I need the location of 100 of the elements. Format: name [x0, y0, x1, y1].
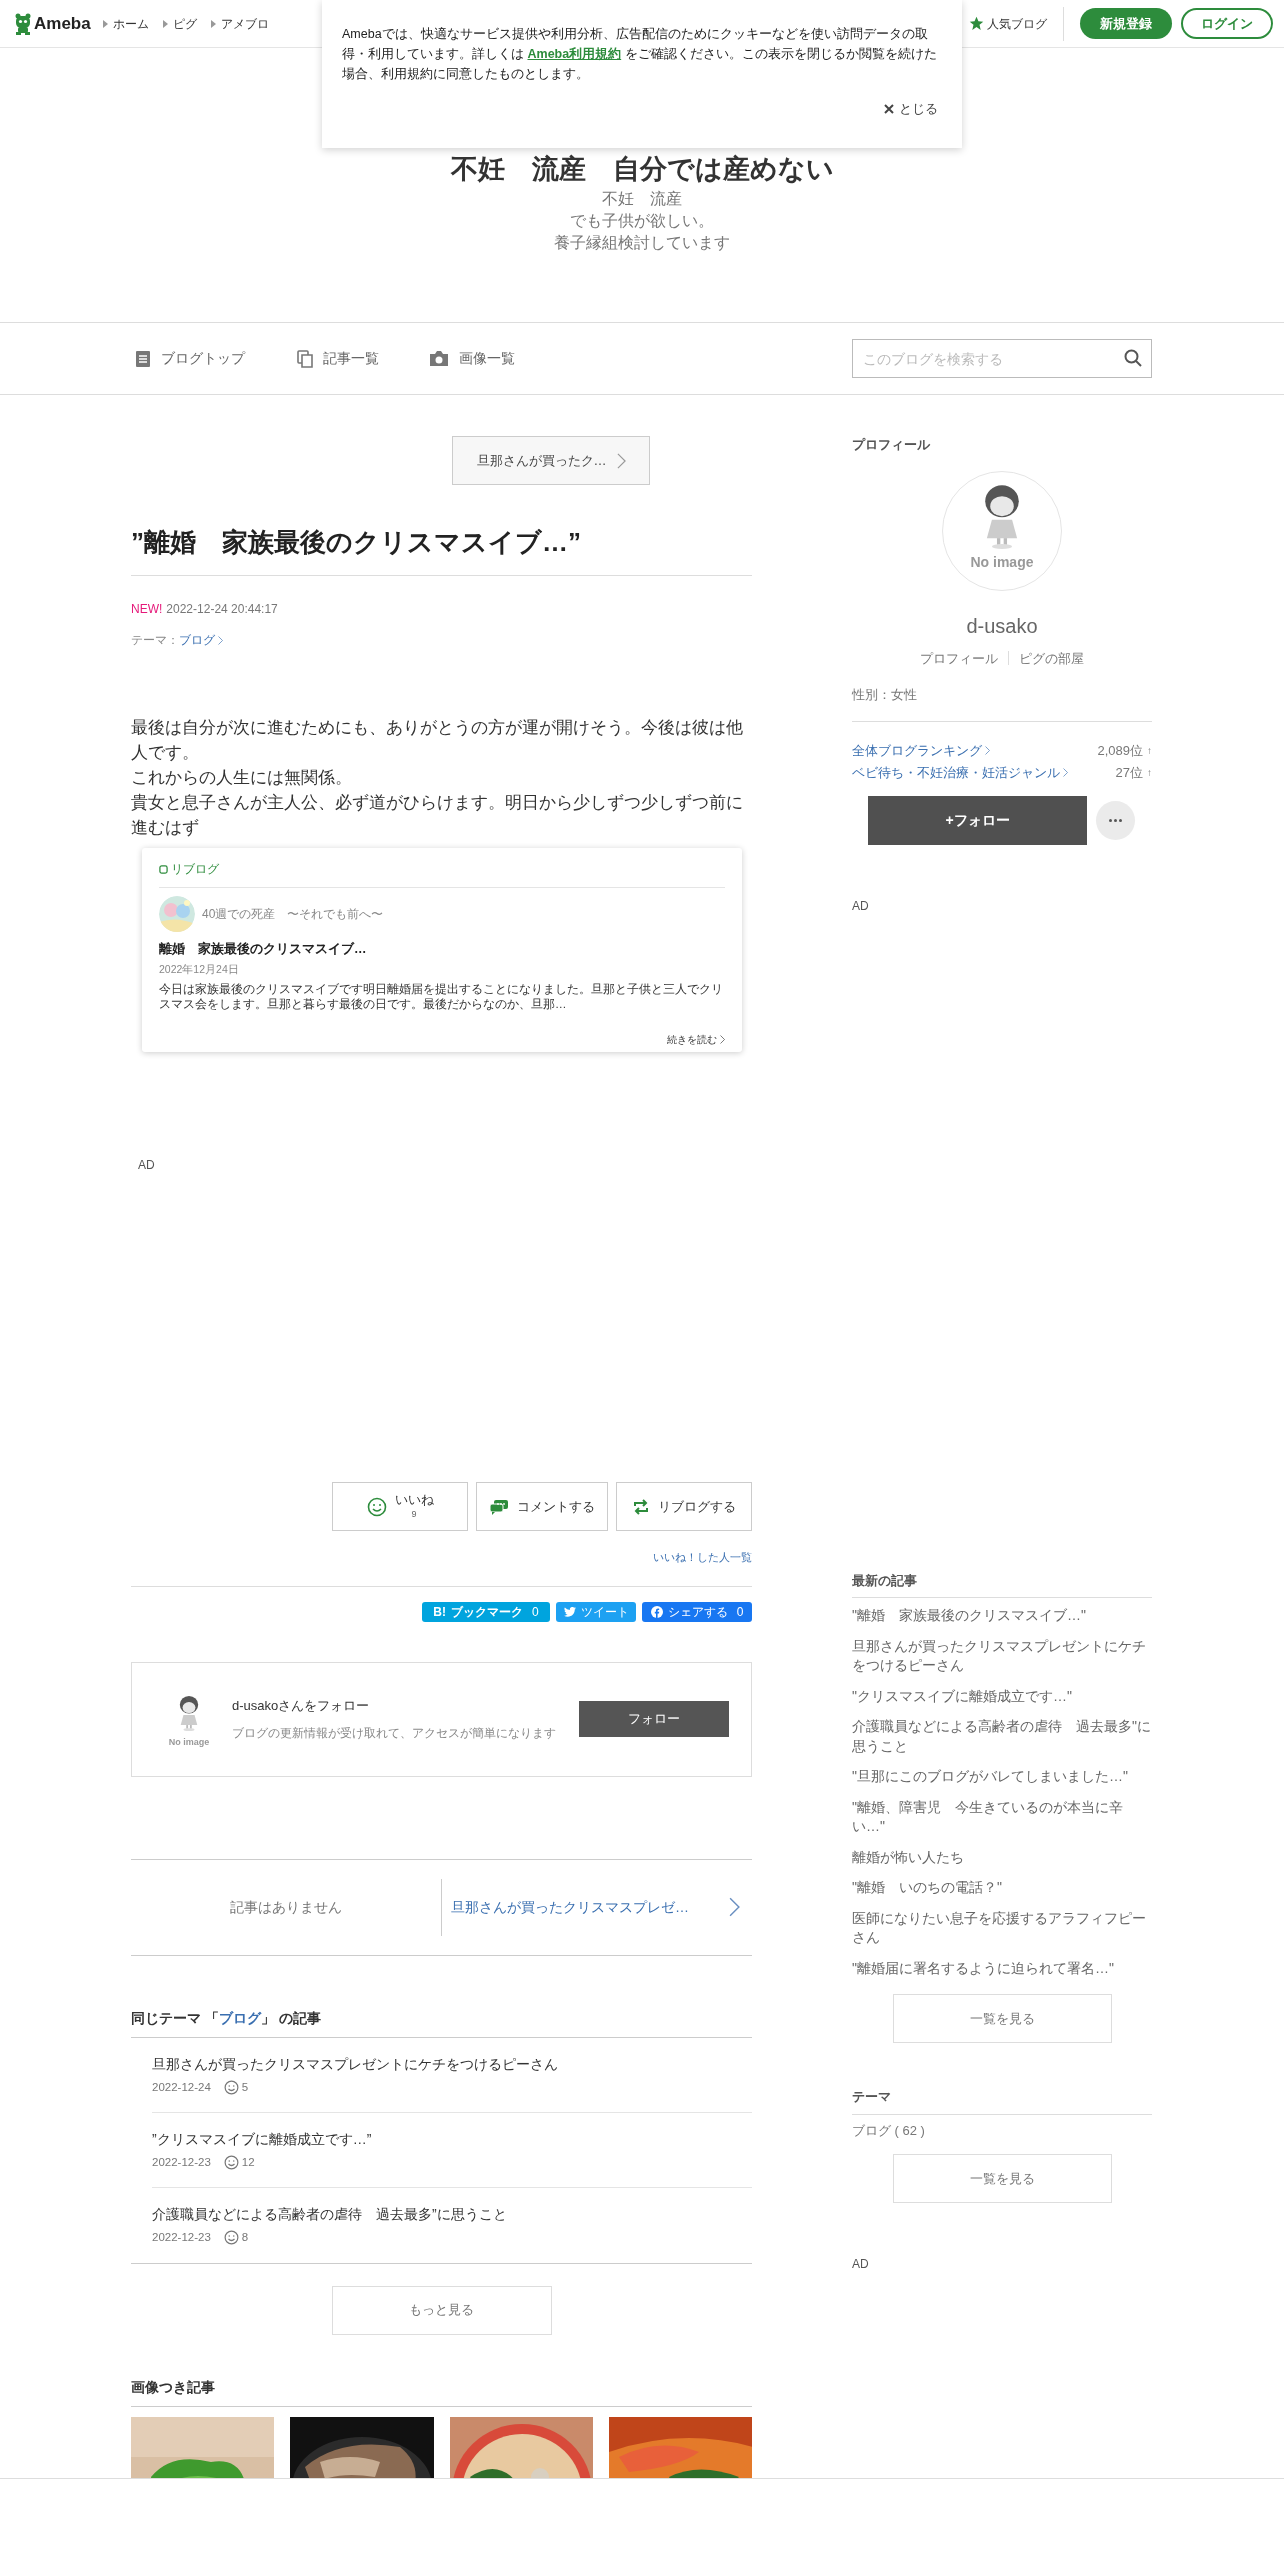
chevron-right-icon: [218, 635, 223, 645]
facebook-icon: [650, 1605, 663, 1618]
comment-button[interactable]: コメントする: [476, 1482, 608, 1531]
article-date: 2022-12-23: [152, 2229, 211, 2245]
blog-search-field[interactable]: このブログを検索する: [852, 339, 1152, 378]
article-link[interactable]: 旦那さんが買ったクリスマスプレゼントにケチをつけるピーさん: [152, 2053, 752, 2075]
ranking-position: 2,089位: [1097, 741, 1143, 760]
document-icon: [135, 349, 151, 368]
follow-title: d-usakoさんをフォロー: [232, 1697, 371, 1716]
ranking-link[interactable]: 全体ブログランキング: [852, 739, 990, 762]
close-icon: [884, 104, 894, 115]
blog-title[interactable]: 不妊 流産 自分では産めない: [450, 152, 834, 186]
article-link[interactable]: ”クリスマスイブに離婚成立です…”: [152, 2128, 752, 2150]
signup-button[interactable]: 新規登録: [1080, 8, 1172, 39]
popular-blogs-link[interactable]: 人気ブログ: [969, 6, 1064, 41]
next-article-link[interactable]: 旦那さんが買ったクリスマスプレゼ…: [442, 1896, 752, 1918]
article-date: 2022-12-23: [152, 2154, 211, 2170]
bird-icon: [563, 1606, 576, 1617]
blog-nav-link[interactable]: 画像一覧: [429, 348, 515, 369]
more-icon: [1109, 818, 1122, 822]
likers-link[interactable]: いいね！した人一覧: [653, 1549, 752, 1566]
refresh-arrows-icon: [632, 1498, 650, 1515]
caret-right-icon: [162, 19, 168, 28]
themes-heading: テーマ: [852, 2087, 1152, 2115]
image-articles-heading: 画像つき記事: [131, 2376, 752, 2407]
theme-label: テーマ：: [131, 632, 179, 649]
terms-link[interactable]: Ameba利用規約: [527, 47, 622, 61]
article-paragraph: 最後は自分が次に進むためにも、ありがとうの方が運が開けそう。今後は彼は他人です。: [131, 717, 744, 764]
latest-article-link[interactable]: "離婚届に署名するように迫られて署名…": [852, 1958, 1152, 1978]
article-title: ”離婚 家族最後のクリスマスイブ…”: [131, 525, 752, 576]
ad-label: AD: [852, 897, 870, 915]
chevron-right-icon: [720, 1034, 725, 1044]
view-all-button[interactable]: 一覧を見る: [892, 1994, 1112, 2043]
close-button[interactable]: とじる: [884, 100, 938, 119]
profile-link[interactable]: プロフィール: [920, 648, 998, 668]
smiley-icon: [223, 2154, 239, 2170]
reblog-excerpt: 今日は家族最後のクリスマスイブです明日離婚届を提出することになりました。旦那と子供と三人でクリスマス会をします。旦那と暮らす最後の日です。最後だからなのか、旦那…: [159, 981, 724, 1012]
nav-link[interactable]: ピグ: [162, 14, 197, 33]
new-label: NEW!: [131, 601, 163, 618]
view-all-button[interactable]: 一覧を見る: [892, 2154, 1112, 2203]
no-image-label: No image: [168, 1737, 210, 1747]
like-count: 8: [241, 2229, 249, 2245]
share-button[interactable]: シェアする 0: [642, 1601, 752, 1622]
latest-article-link[interactable]: 旦那さんが買ったクリスマスプレゼントにケチをつけるピーさん: [852, 1636, 1152, 1676]
follow-description: ブログの更新情報が受け取れて、アクセスが簡単になります: [232, 1724, 556, 1742]
more-button[interactable]: もっと見る: [331, 2285, 552, 2335]
cookie-notice-text: Amebaでは、快適なサービス提供や利用分析、広告配信のためにクッキーなどを使い訪問データの取得・利用しています。詳しくは Ameba利用規約 をご確認ください。この表示を閉じるか閲覧を続けた場合、利用規約に同意したものとします。: [342, 26, 938, 83]
same-theme-heading: 同じテーマ 「ブログ」 の記事: [131, 2007, 752, 2038]
previous-article-button[interactable]: 旦那さんが買ったク…: [452, 436, 650, 485]
ad-label: AD: [852, 2256, 870, 2273]
trend-arrow: ↑: [1147, 743, 1152, 758]
reblog-label: リブログ: [171, 861, 219, 878]
profile-heading: プロフィール: [852, 436, 931, 454]
follow-button[interactable]: +フォロー: [868, 795, 1087, 845]
ranking-link[interactable]: ベビ待ち・不妊治療・妊活ジャンル: [852, 761, 1068, 784]
article-link[interactable]: 介護職員などによる高齢者の虐待 過去最多”に思うこと: [152, 2203, 752, 2225]
blog-description: 養子縁組検討しています: [554, 233, 730, 253]
like-button[interactable]: いいね 9: [332, 1482, 468, 1531]
trend-arrow: ↑: [1147, 765, 1152, 780]
latest-article-link[interactable]: "離婚 家族最後のクリスマスイブ…": [852, 1606, 1152, 1626]
chevron-right-icon: [1063, 768, 1068, 777]
like-count: 12: [241, 2154, 255, 2170]
no-image-label: No image: [970, 553, 1034, 570]
article-paragraph: これからの人生には無関係。: [131, 767, 353, 789]
reblog-card[interactable]: リブログ 40週での死産 〜それでも前へ〜 離婚 家族最後のクリスマスイブ… 2022年12月24日 今日は家族最後のクリスマスイブです明日離婚届を提出することになりました。旦那と子供と三人でクリスマス会をします。旦那と暮らす最後の日です。最後だからなのか、旦那… 続きを読む: [142, 848, 742, 1052]
article-paragraph: 貴女と息子さんが主人公、必ず道がひらけます。明日から少しずつ少しずつ前に進むはず: [131, 792, 744, 839]
latest-article-link[interactable]: "離婚、障害児 今生きているのが本当に辛い…": [852, 1797, 1152, 1837]
reblog-button[interactable]: リブログする: [616, 1482, 752, 1531]
latest-article-link[interactable]: 介護職員などによる高齢者の虐待 過去最多"に思うこと: [852, 1717, 1152, 1756]
star-icon: [969, 16, 984, 31]
caret-right-icon: [102, 19, 108, 28]
search-icon[interactable]: [1124, 349, 1142, 367]
profile-link[interactable]: ピグの部屋: [1019, 648, 1084, 668]
smiley-icon: [223, 2079, 239, 2095]
chevron-right-icon: [729, 1896, 740, 1918]
smiley-icon: [366, 1496, 387, 1517]
blog-nav-link[interactable]: 記事一覧: [297, 348, 379, 369]
latest-article-link[interactable]: "クリスマスイブに離婚成立です…": [852, 1686, 1152, 1706]
blog-nav-link[interactable]: ブログトップ: [135, 348, 245, 369]
ranking-position: 27位: [1115, 763, 1143, 782]
smiley-icon: [223, 2229, 239, 2245]
theme-link[interactable]: ブログ: [179, 631, 223, 649]
nav-link[interactable]: ホーム: [102, 14, 149, 33]
login-button[interactable]: ログイン: [1181, 8, 1273, 39]
mascot-icon: [14, 12, 32, 35]
follow-button[interactable]: フォロー: [579, 1701, 729, 1737]
ameba-logo[interactable]: Ameba: [14, 10, 91, 37]
latest-article-link[interactable]: "離婚 いのちの電話？": [852, 1878, 1152, 1898]
theme-link[interactable]: ブログ ( 62 ): [852, 2120, 1152, 2140]
article-date: 2022-12-24: [152, 2079, 211, 2095]
theme-link[interactable]: ブログ: [218, 2009, 261, 2026]
latest-article-link[interactable]: 離婚が怖い人たち: [852, 1847, 1152, 1867]
read-more-link[interactable]: 続きを読む: [667, 1031, 725, 1047]
latest-article-link[interactable]: 医師になりたい息子を応援するアラフィフピーさん: [852, 1908, 1152, 1948]
reblog-blog-name: 40週での死産 〜それでも前へ〜: [202, 906, 384, 923]
nav-link[interactable]: アメブロ: [210, 14, 269, 33]
chevron-right-icon: [616, 451, 626, 470]
latest-article-link[interactable]: "旦那にこのブログがバレてしまいました…": [852, 1767, 1152, 1787]
blog-description: 不妊 流産: [602, 189, 682, 209]
latest-articles-heading: 最新の記事: [852, 1570, 1152, 1598]
